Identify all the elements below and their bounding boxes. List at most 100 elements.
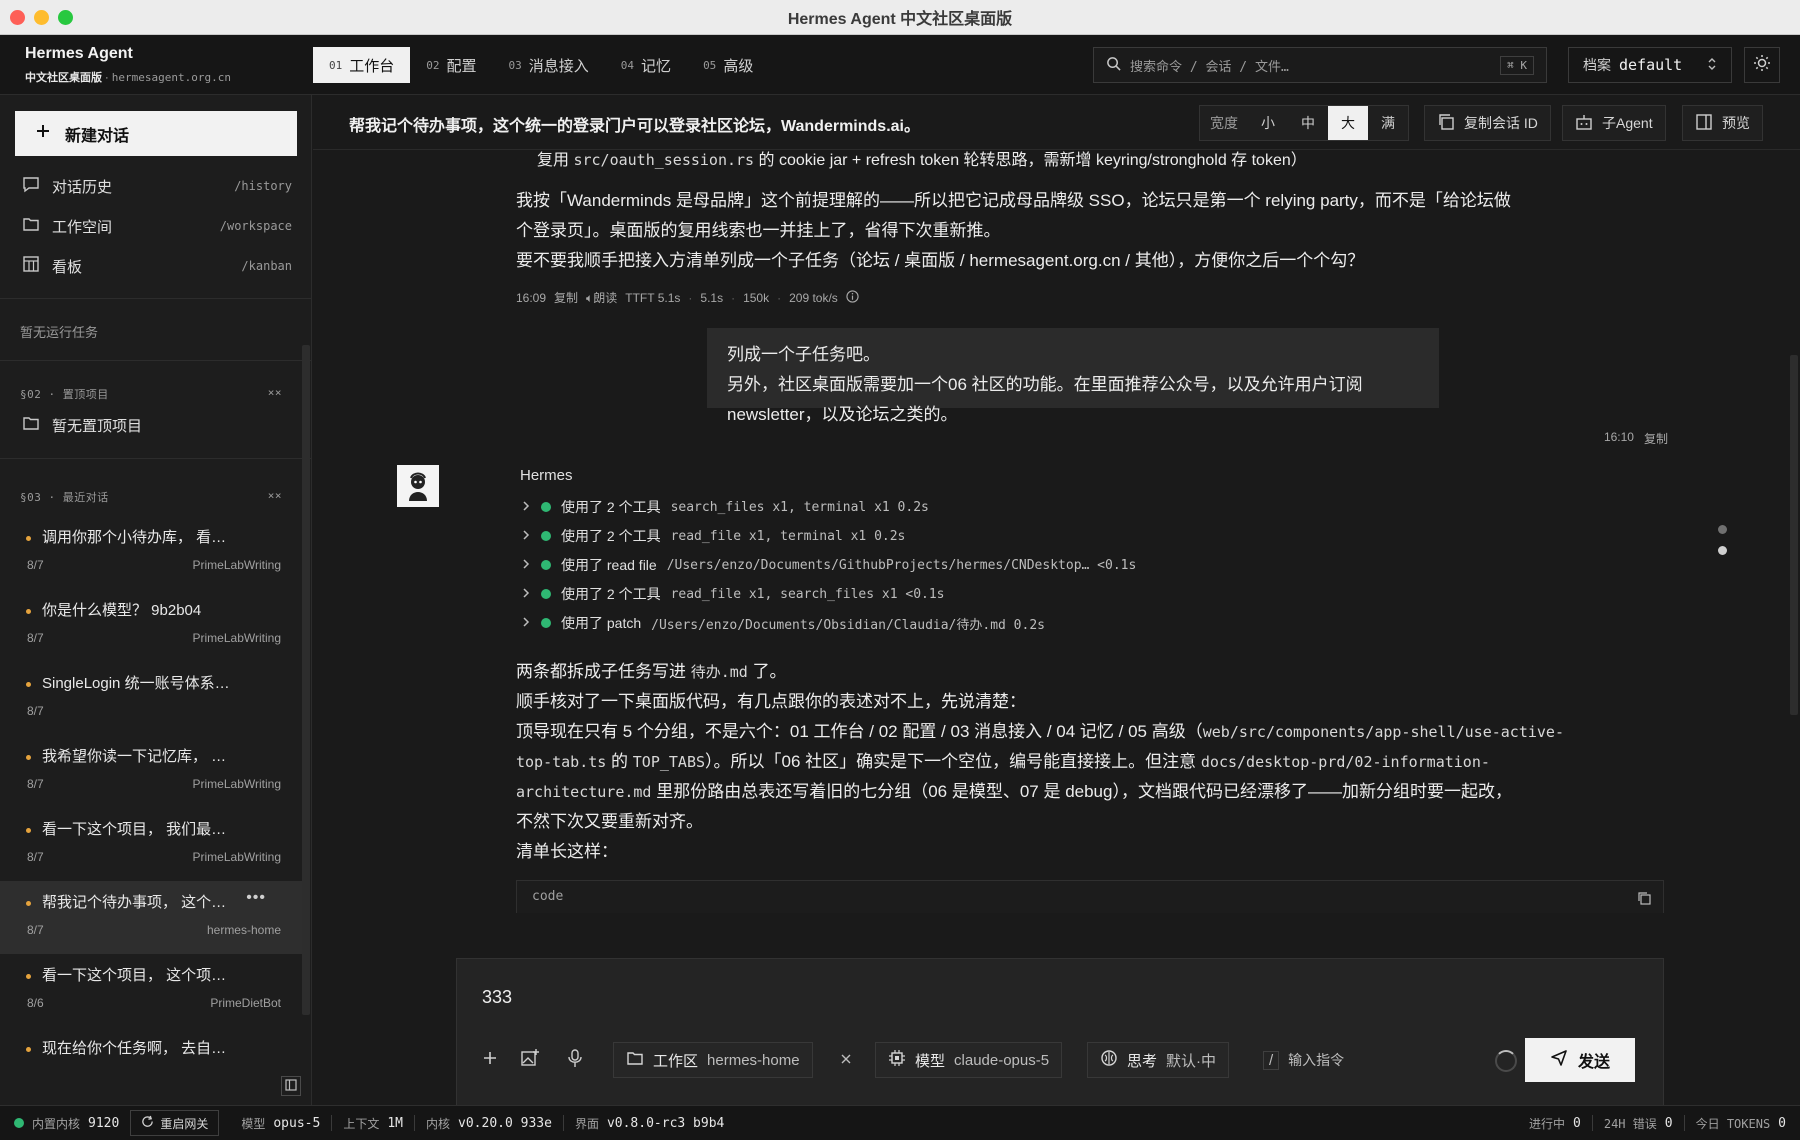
status-tokens: 今日 TOKENS 0 [1685,1115,1800,1132]
scroll-dot-active[interactable] [1718,546,1727,555]
unread-dot [26,609,31,614]
message-input[interactable]: 333 [482,987,512,1008]
conversation-title: 调用你那个小待办库， 看… [42,529,227,546]
tab-messaging[interactable]: 03 消息接入 [493,47,605,83]
conversation-item[interactable]: 调用你那个小待办库， 看… 8/7 PrimeLabWriting [0,516,302,589]
assistant-message-line: 不然下次又要重新对齐。 [516,812,703,831]
conversation-project: PrimeLabWriting [192,631,281,645]
conversation-project: PrimeLabWriting [192,558,281,572]
tab-memory[interactable]: 04 记忆 [605,47,687,83]
global-search-input[interactable]: 搜索命令 / 会话 / 文件… ⌘ K [1093,47,1547,83]
model-selector[interactable]: 模型 claude-opus-5 [875,1042,1063,1078]
width-option-large[interactable]: 大 [1328,106,1368,140]
inline-code: 待办.md [690,663,748,681]
status-core-version: 内核 v0.20.0 933e [415,1115,563,1132]
voice-input-button[interactable] [559,1042,591,1078]
model-value: claude-opus-5 [954,1051,1050,1069]
new-chat-button[interactable]: 新建对话 [15,111,297,156]
conversation-item[interactable]: 看一下这个项目， 我们最… 8/7 PrimeLabWriting [0,808,302,881]
clear-workspace-button[interactable] [830,1042,862,1078]
tool-call-row[interactable]: 使用了 2 个工具 search_files x1, terminal x1 0… [521,495,929,519]
conversation-title: SingleLogin 统一账号体系… [42,675,230,692]
width-option-full[interactable]: 满 [1368,106,1408,140]
tab-number: 05 [703,58,717,72]
user-message: 列成一个子任务吧。 另外，社区桌面版需要加一个06 社区的功能。在里面推荐公众号… [707,328,1439,424]
width-option-small[interactable]: 小 [1248,106,1288,140]
tab-advanced[interactable]: 05 高级 [687,47,769,83]
conversation-date: 8/6 [27,996,44,1010]
status-label: 24H 错误 [1603,1116,1657,1131]
tool-call-label: 使用了 2 个工具 [561,586,661,602]
tool-call-row[interactable]: 使用了 2 个工具 read_file x1, terminal x1 0.2s [521,524,905,548]
preview-label: 预览 [1722,115,1750,131]
thread-scrollbar[interactable] [1790,355,1798,715]
info-icon[interactable] [846,289,859,306]
conversation-item[interactable]: 你是什么模型？ 9b2b04 8/7 PrimeLabWriting [0,589,302,662]
pinned-section-title: §02 · 置顶项目 [20,388,109,401]
conversation-item-active[interactable]: 帮我记个待办事项， 这个… ••• 8/7 hermes-home [0,881,302,954]
zoom-window-button[interactable] [58,10,73,25]
copy-session-id-label: 复制会话 ID [1464,115,1538,131]
scroll-dot[interactable] [1718,525,1727,534]
recent-collapse-button[interactable]: ×× [268,489,282,505]
plus-icon [35,123,51,144]
thinking-selector[interactable]: 思考 默认·中 [1087,1042,1230,1078]
restart-gateway-button[interactable]: 重启网关 [130,1110,220,1136]
conversation-date: 8/7 [27,923,44,937]
tokens-stat: 150k [743,290,770,305]
pinned-empty-label: 暂无置顶项目 [52,417,143,435]
more-options-icon[interactable]: ••• [246,889,266,907]
workspace-selector[interactable]: 工作区 hermes-home [613,1042,813,1078]
unread-dot [26,828,31,833]
tool-call-row[interactable]: 使用了 patch /Users/enzo/Documents/Obsidian… [521,611,1045,635]
close-window-button[interactable] [10,10,25,25]
tab-config[interactable]: 02 配置 [410,47,492,83]
conversation-item[interactable]: 现在给你个任务啊， 去自… [0,1027,302,1100]
unread-dot [26,974,31,979]
theme-toggle-button[interactable] [1744,47,1780,83]
refresh-icon [141,1115,154,1131]
search-placeholder: 搜索命令 / 会话 / 文件… [1130,59,1289,75]
loading-spinner-icon [1495,1050,1517,1072]
status-label: 进行中 [1529,1116,1566,1131]
attach-button[interactable] [474,1042,506,1078]
pinned-collapse-button[interactable]: ×× [268,386,282,402]
send-button[interactable]: 发送 [1525,1038,1635,1082]
sidebar-divider [0,298,312,299]
agent-avatar [397,465,439,507]
minimize-window-button[interactable] [34,10,49,25]
sidebar-item-kanban[interactable]: 看板 /kanban [22,251,292,281]
sidebar-scrollbar[interactable] [302,345,310,1015]
sun-icon [1753,54,1771,76]
conversation-item[interactable]: 看一下这个项目， 这个项… 8/6 PrimeDietBot [0,954,302,1027]
tool-call-row[interactable]: 使用了 read file /Users/enzo/Documents/Gith… [521,553,1136,577]
workspace-label: 工作区 [653,1052,699,1070]
copy-message-button[interactable]: 复制 [554,289,578,306]
tab-workbench[interactable]: 01 工作台 [313,47,411,83]
status-errors: 24H 错误 0 [1593,1115,1684,1132]
copy-code-icon[interactable] [1637,891,1651,909]
thinking-label: 思考 [1127,1052,1158,1070]
meta-separator: · [731,290,736,305]
copy-message-button[interactable]: 复制 [1644,430,1668,447]
preview-button[interactable]: 预览 [1682,105,1763,141]
agent-avatar-icon [409,472,427,501]
conversation-item[interactable]: SingleLogin 统一账号体系… 8/7 [0,662,302,735]
tool-call-label: 使用了 read file [561,557,657,573]
assistant-message-line: 顺手核对了一下桌面版代码，有几点跟你的表述对不上，先说清楚： [516,692,1026,711]
sidebar-item-history[interactable]: 对话历史 /history [22,171,292,201]
collapse-sidebar-button[interactable] [281,1076,301,1096]
add-image-button[interactable] [514,1042,546,1078]
tool-call-row[interactable]: 使用了 2 个工具 read_file x1, search_files x1 … [521,582,945,606]
success-dot [541,589,551,599]
command-input[interactable]: / 输入指令 [1257,1042,1350,1078]
copy-session-id-button[interactable]: 复制会话 ID [1424,105,1551,141]
profile-select[interactable]: 档案 default [1568,47,1732,83]
sidebar-item-workspace[interactable]: 工作空间 /workspace [22,211,292,241]
conversation-item[interactable]: 我希望你读一下记忆库， … 8/7 PrimeLabWriting [0,735,302,808]
robot-icon [1575,113,1593,134]
width-option-medium[interactable]: 中 [1288,106,1328,140]
sub-agent-button[interactable]: 子Agent [1562,105,1666,141]
read-aloud-button[interactable]: 🔈︎朗读 [586,289,617,306]
brand-name: Hermes Agent [25,45,133,62]
